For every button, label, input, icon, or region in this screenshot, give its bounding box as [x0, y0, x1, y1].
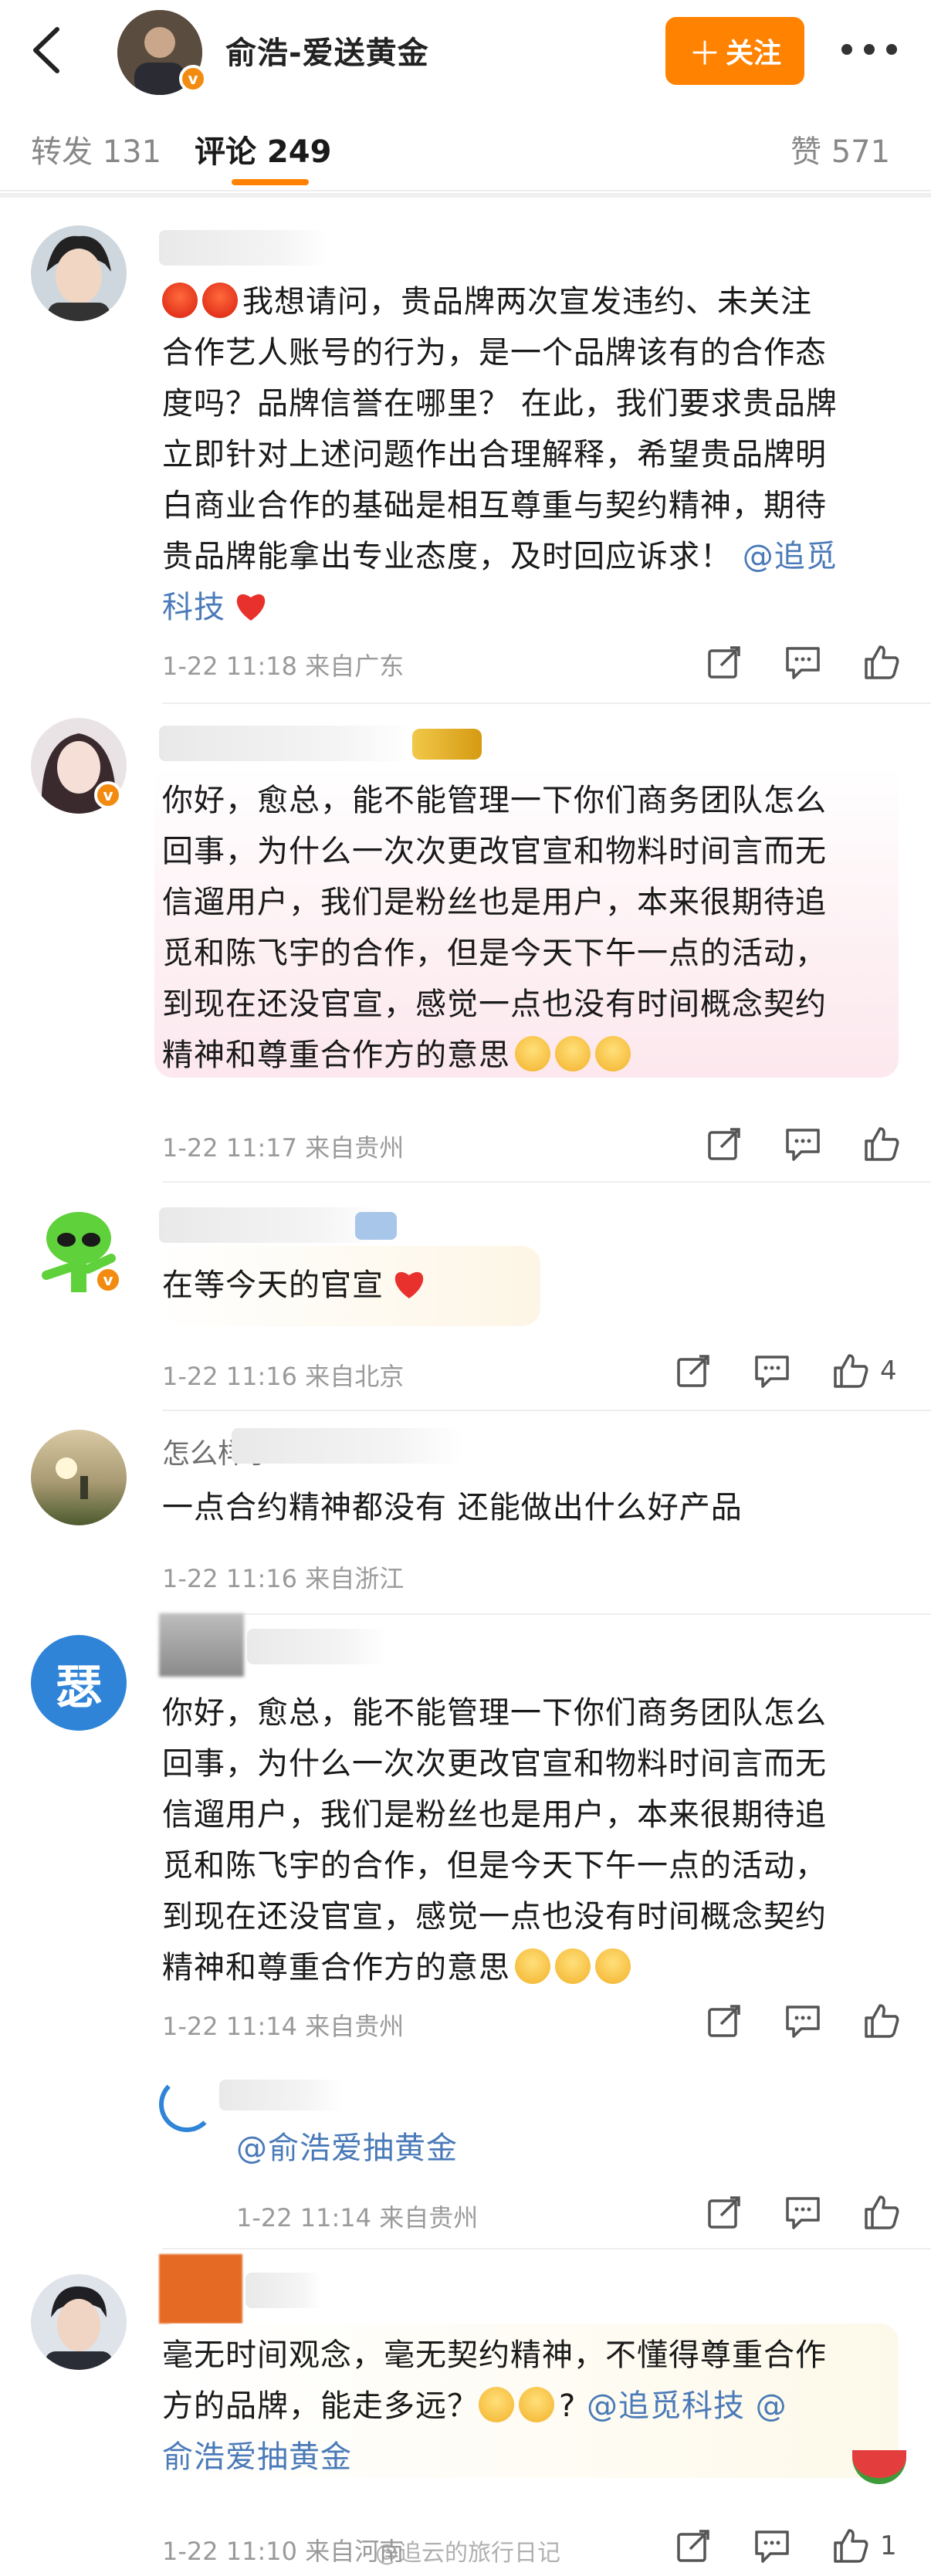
- blurred-username: [159, 726, 414, 761]
- more-options-icon[interactable]: [841, 39, 897, 60]
- smile-emoji-icon: [555, 1948, 591, 1984]
- comment-divider: [162, 2248, 931, 2249]
- commenter-avatar[interactable]: 瑟: [31, 1635, 127, 1731]
- comment-text: 你好，愈总，能不能管理一下你们商务团队怎么 回事，为什么一次次更改官宣和物料时间…: [162, 1695, 827, 1985]
- active-tab-indicator: [232, 179, 309, 185]
- comment-icon[interactable]: [784, 644, 821, 681]
- blurred-username: [159, 1613, 244, 1677]
- confused-emoji-icon: [479, 2387, 514, 2422]
- comment-divider: [162, 1410, 931, 1411]
- blurred-username: [159, 1207, 383, 1243]
- user-rank-badge: [412, 729, 482, 760]
- like-count: 1: [880, 2530, 897, 2561]
- like-thumb-icon[interactable]: [863, 2194, 900, 2231]
- blurred-username: [245, 2273, 323, 2308]
- mention-link[interactable]: 科技: [162, 590, 225, 625]
- commenter-avatar[interactable]: [31, 2274, 127, 2370]
- repost-icon[interactable]: [706, 1126, 743, 1163]
- comment-actions: 1: [633, 2527, 897, 2564]
- comment-divider: [162, 702, 931, 704]
- comment-text: 我想请问，贵品牌两次宣发违约、未关注 合作艺人账号的行为，是一个品牌该有的合作态…: [162, 283, 838, 625]
- comment-icon[interactable]: [784, 2194, 821, 2231]
- heart-emoji-icon: [236, 594, 266, 621]
- tab-comments[interactable]: 评论 249: [195, 127, 331, 171]
- section-divider: [0, 193, 931, 198]
- mention-link[interactable]: 俞浩爱抽黄金: [162, 2439, 352, 2475]
- comment-text: 在等今天的官宣: [162, 1260, 427, 1311]
- tab-likes[interactable]: 赞 571: [791, 127, 890, 171]
- repost-icon[interactable]: [706, 2194, 743, 2231]
- reply-meta: 1-22 11:14 来自贵州: [236, 2203, 479, 2232]
- back-arrow-icon[interactable]: [26, 26, 68, 74]
- verified-badge-icon: v: [179, 65, 207, 93]
- comment-meta: 1-22 11:18 来自广东: [162, 652, 405, 681]
- mention-link[interactable]: @追觅: [743, 539, 838, 574]
- comment-divider: [162, 1613, 931, 1615]
- comment-meta: 1-22 11:10 来自河南: [162, 2537, 405, 2566]
- plus-icon: ＋: [688, 34, 721, 73]
- comment-meta: 1-22 11:14 来自贵州: [162, 2012, 405, 2041]
- comment-icon[interactable]: [753, 2527, 791, 2564]
- comment-actions: [664, 2002, 900, 2039]
- comment-actions: 4: [633, 1352, 897, 1390]
- follow-label: 关注: [726, 38, 782, 69]
- repost-icon[interactable]: [675, 1352, 712, 1390]
- comment-actions: [664, 644, 900, 681]
- tab-bar: 转发 131 评论 249 赞 571: [0, 102, 931, 191]
- comment-meta: 1-22 11:16 来自北京: [162, 1362, 405, 1391]
- mention-link[interactable]: @追觅科技: [587, 2388, 745, 2424]
- heart-emoji-icon: [394, 1271, 424, 1298]
- angry-emoji-icon: [162, 283, 198, 318]
- confused-emoji-icon: [519, 2387, 554, 2422]
- smile-emoji-icon: [555, 1036, 591, 1071]
- smile-emoji-icon: [515, 1948, 550, 1984]
- verified-badge-icon: v: [94, 1266, 122, 1294]
- angry-emoji-icon: [202, 283, 238, 318]
- blurred-username: [232, 1428, 463, 1464]
- blurred-username: [219, 2080, 343, 2111]
- like-thumb-icon[interactable]: [832, 1352, 869, 1390]
- comment-text: 你好，愈总，能不能管理一下你们商务团队怎么 回事，为什么一次次更改官宣和物料时间…: [162, 783, 827, 1073]
- watermelon-decor-icon: [852, 2450, 906, 2484]
- reply-text: @俞浩爱抽黄金: [236, 2123, 458, 2174]
- comment-text: 一点合约精神都没有 还能做出什么好产品: [162, 1490, 743, 1525]
- repost-icon[interactable]: [675, 2527, 712, 2564]
- blurred-username: [159, 2254, 242, 2324]
- like-thumb-icon[interactable]: [863, 2002, 900, 2039]
- smile-emoji-icon: [595, 1948, 631, 1984]
- reply-avatar[interactable]: [159, 2077, 215, 2132]
- avatar-character: 瑟: [56, 1660, 102, 1715]
- verified-badge-icon: v: [94, 781, 122, 809]
- like-count: 4: [880, 1356, 897, 1386]
- comment-text: 毫无时间观念，毫无契约精神，不懂得尊重合作 方的品牌，能走多远？? @追觅科技 …: [162, 2337, 827, 2475]
- smile-emoji-icon: [595, 1036, 631, 1071]
- comment-icon[interactable]: [753, 1352, 791, 1390]
- watermark: @追云的旅行日记: [375, 2534, 560, 2568]
- like-thumb-icon[interactable]: [832, 2527, 869, 2564]
- tab-reposts[interactable]: 转发 131: [31, 127, 161, 171]
- like-thumb-icon[interactable]: [863, 644, 900, 681]
- follow-button[interactable]: ＋ 关注: [665, 17, 804, 85]
- user-rank-badge: [355, 1212, 397, 1240]
- repost-icon[interactable]: [706, 644, 743, 681]
- reply-actions: [664, 2194, 900, 2231]
- repost-icon[interactable]: [706, 2002, 743, 2039]
- watermark-text: @追云的旅行日记: [375, 2540, 560, 2567]
- mention-link[interactable]: @俞浩爱抽黄金: [236, 2131, 458, 2166]
- comment-meta: 1-22 11:16 来自浙江: [162, 1564, 405, 1593]
- comment-actions: [664, 1126, 900, 1163]
- comment-icon[interactable]: [784, 1126, 821, 1163]
- mention-link[interactable]: @: [756, 2388, 787, 2424]
- blurred-username: [159, 230, 329, 266]
- commenter-avatar[interactable]: [31, 225, 127, 321]
- like-thumb-icon[interactable]: [863, 1126, 900, 1163]
- top-bar: v 俞浩-爱送黄金 ＋ 关注: [0, 0, 931, 102]
- comment-divider: [162, 1181, 931, 1183]
- comment-icon[interactable]: [784, 2002, 821, 2039]
- blurred-username: [247, 1629, 386, 1664]
- account-title: 俞浩-爱送黄金: [225, 36, 429, 71]
- commenter-avatar[interactable]: [31, 1430, 127, 1525]
- comment-meta: 1-22 11:17 来自贵州: [162, 1133, 405, 1163]
- smile-emoji-icon: [515, 1036, 550, 1071]
